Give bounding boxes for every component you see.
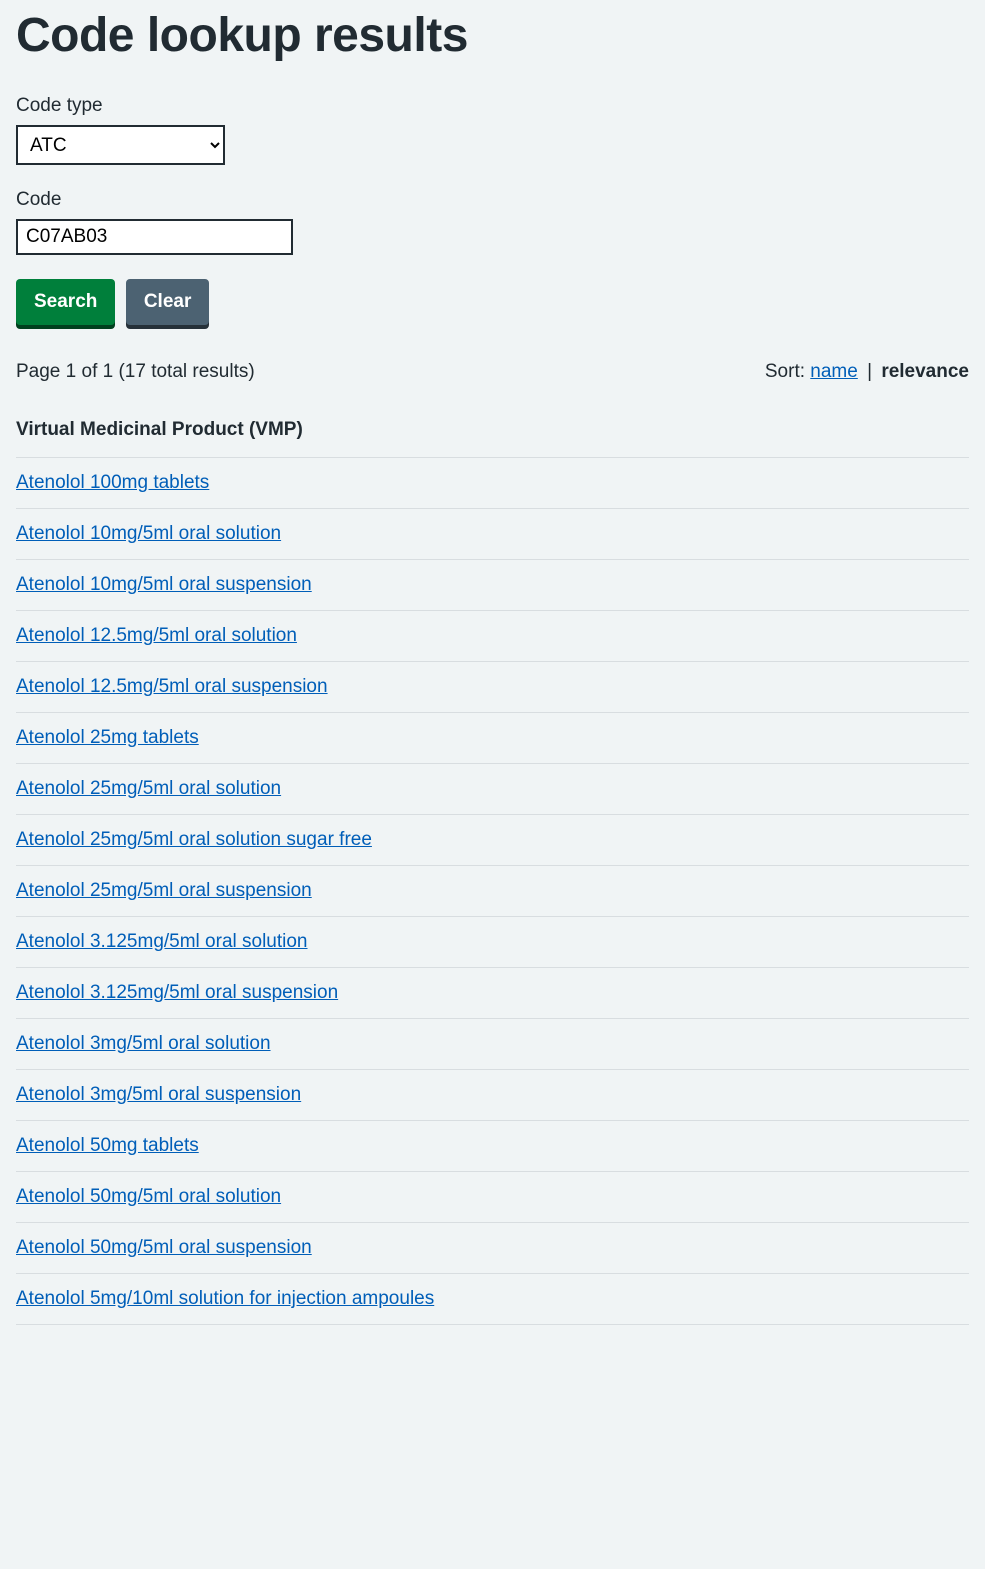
clear-button[interactable]: Clear xyxy=(126,279,210,325)
result-item: Atenolol 25mg tablets xyxy=(16,713,969,764)
result-item: Atenolol 50mg/5ml oral suspension xyxy=(16,1223,969,1274)
result-item: Atenolol 12.5mg/5ml oral solution xyxy=(16,611,969,662)
result-item: Atenolol 100mg tablets xyxy=(16,458,969,509)
sort-separator: | xyxy=(858,361,882,382)
result-link[interactable]: Atenolol 12.5mg/5ml oral solution xyxy=(16,625,297,646)
result-link[interactable]: Atenolol 10mg/5ml oral solution xyxy=(16,523,281,544)
result-item: Atenolol 3.125mg/5ml oral suspension xyxy=(16,968,969,1019)
result-item: Atenolol 3mg/5ml oral solution xyxy=(16,1019,969,1070)
result-link[interactable]: Atenolol 3mg/5ml oral solution xyxy=(16,1033,271,1054)
result-link[interactable]: Atenolol 3.125mg/5ml oral solution xyxy=(16,931,308,952)
page-title: Code lookup results xyxy=(16,0,969,95)
result-item: Atenolol 12.5mg/5ml oral suspension xyxy=(16,662,969,713)
result-link[interactable]: Atenolol 25mg tablets xyxy=(16,727,199,748)
pagination-text: Page 1 of 1 (17 total results) xyxy=(16,361,255,383)
code-type-label: Code type xyxy=(16,95,969,117)
result-item: Atenolol 3mg/5ml oral suspension xyxy=(16,1070,969,1121)
result-item: Atenolol 50mg tablets xyxy=(16,1121,969,1172)
result-item: Atenolol 25mg/5ml oral suspension xyxy=(16,866,969,917)
search-button[interactable]: Search xyxy=(16,279,115,325)
code-input[interactable] xyxy=(16,219,293,255)
result-link[interactable]: Atenolol 5mg/10ml solution for injection… xyxy=(16,1288,434,1309)
result-item: Atenolol 5mg/10ml solution for injection… xyxy=(16,1274,969,1325)
results-list: Atenolol 100mg tablets Atenolol 10mg/5ml … xyxy=(16,458,969,1325)
code-label: Code xyxy=(16,189,969,211)
result-link[interactable]: Atenolol 50mg/5ml oral suspension xyxy=(16,1237,312,1258)
sort-controls: Sort: name | relevance xyxy=(765,361,969,383)
result-link[interactable]: Atenolol 100mg tablets xyxy=(16,472,209,493)
result-link[interactable]: Atenolol 12.5mg/5ml oral suspension xyxy=(16,676,328,697)
result-item: Atenolol 3.125mg/5ml oral solution xyxy=(16,917,969,968)
result-link[interactable]: Atenolol 3mg/5ml oral suspension xyxy=(16,1084,301,1105)
result-link[interactable]: Atenolol 3.125mg/5ml oral suspension xyxy=(16,982,338,1003)
result-item: Atenolol 10mg/5ml oral solution xyxy=(16,509,969,560)
result-link[interactable]: Atenolol 10mg/5ml oral suspension xyxy=(16,574,312,595)
result-link[interactable]: Atenolol 25mg/5ml oral suspension xyxy=(16,880,312,901)
result-item: Atenolol 25mg/5ml oral solution sugar fr… xyxy=(16,815,969,866)
result-link[interactable]: Atenolol 25mg/5ml oral solution sugar fr… xyxy=(16,829,372,850)
code-type-select[interactable]: ATC xyxy=(16,125,225,165)
result-item: Atenolol 25mg/5ml oral solution xyxy=(16,764,969,815)
result-link[interactable]: Atenolol 50mg tablets xyxy=(16,1135,199,1156)
results-section-header: Virtual Medicinal Product (VMP) xyxy=(16,419,969,458)
result-link[interactable]: Atenolol 50mg/5ml oral solution xyxy=(16,1186,281,1207)
sort-by-name-link[interactable]: name xyxy=(810,361,858,382)
result-item: Atenolol 10mg/5ml oral suspension xyxy=(16,560,969,611)
result-link[interactable]: Atenolol 25mg/5ml oral solution xyxy=(16,778,281,799)
sort-label: Sort: xyxy=(765,361,810,382)
sort-by-relevance-current: relevance xyxy=(881,361,969,382)
result-item: Atenolol 50mg/5ml oral solution xyxy=(16,1172,969,1223)
